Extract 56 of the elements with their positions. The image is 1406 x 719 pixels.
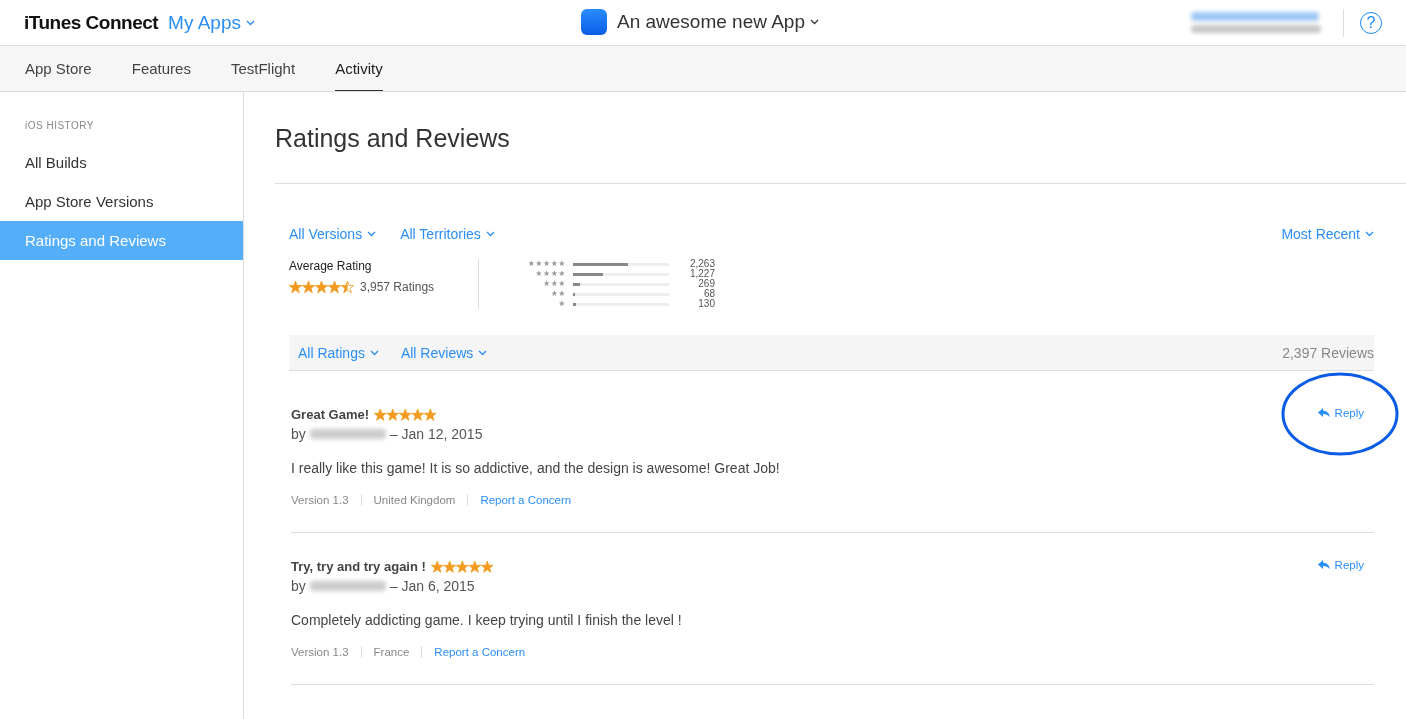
reply-button[interactable]: Reply	[1317, 559, 1364, 571]
review-text: Completely addicting game. I keep trying until I finish the level !	[291, 612, 683, 628]
star-label: ★★★★★	[527, 259, 566, 269]
sidebar-item[interactable]: All Builds	[0, 143, 243, 182]
reviews-filter[interactable]: All Reviews	[400, 344, 488, 361]
sort-menu[interactable]: Most Recent	[1281, 226, 1374, 242]
chevron-down-icon	[485, 231, 495, 237]
chevron-down-icon	[1365, 231, 1374, 237]
nav-tab[interactable]: TestFlight	[230, 46, 296, 91]
sidebar-item[interactable]: Ratings and Reviews	[0, 221, 243, 260]
by-label: by	[291, 426, 306, 442]
brand-title: iTunes Connect	[24, 11, 159, 34]
star-label: ★★★★	[535, 269, 566, 279]
sidebar-item[interactable]: App Store Versions	[0, 182, 243, 221]
rating-count: 1,227	[688, 269, 715, 279]
review-territory: France	[360, 646, 422, 658]
chevron-down-icon	[478, 349, 488, 356]
nav-tab[interactable]: Features	[131, 46, 191, 91]
chevron-down-icon	[367, 231, 377, 237]
review-date: – Jan 6, 2015	[389, 578, 475, 594]
star-label: ★★	[550, 289, 566, 299]
chevron-down-icon	[810, 19, 819, 25]
nav-tab[interactable]: Activity	[335, 46, 383, 91]
rating-count: 130	[697, 299, 715, 309]
rating-count: 68	[702, 289, 715, 299]
territories-filter[interactable]: All Territories	[400, 226, 495, 242]
reply-icon	[1317, 560, 1330, 570]
review-text: I really like this game! It is so addictive, and the design is awesome! Great Job!	[291, 460, 781, 476]
section-heading: iOS HISTORY	[24, 120, 96, 131]
reply-icon	[1317, 408, 1330, 418]
review-version: Version 1.3	[291, 494, 350, 506]
chevron-down-icon	[246, 19, 255, 26]
ratings-count: 3,957 Ratings	[360, 279, 435, 294]
review-title: Great Game!	[291, 407, 370, 422]
page-title: Ratings and Reviews	[275, 124, 511, 153]
review-title: Try, try and try again !	[291, 559, 426, 574]
nav-tab[interactable]: App Store	[25, 46, 92, 91]
app-selector[interactable]: An awesome new App	[617, 11, 819, 33]
review-date: – Jan 12, 2015	[389, 426, 483, 442]
chevron-down-icon	[369, 349, 379, 356]
ratings-filter[interactable]: All Ratings	[298, 344, 379, 361]
rating-count: 269	[698, 279, 715, 289]
rating-count: 2,263	[688, 259, 715, 269]
versions-filter[interactable]: All Versions	[289, 226, 377, 242]
reply-button[interactable]: Reply	[1317, 407, 1364, 419]
reviews-count: 2,397 Reviews	[1282, 344, 1374, 361]
app-icon	[581, 9, 607, 35]
my-apps-menu[interactable]: My Apps	[168, 11, 255, 34]
star-label: ★★★	[543, 279, 566, 289]
review-territory: United Kingdom	[360, 494, 468, 506]
report-link[interactable]: Report a Concern	[434, 646, 526, 658]
star-label: ★	[558, 299, 566, 309]
average-rating-label: Average Rating	[289, 259, 373, 273]
by-label: by	[291, 578, 306, 594]
report-link[interactable]: Report a Concern	[480, 494, 572, 506]
review-version: Version 1.3	[291, 646, 350, 658]
